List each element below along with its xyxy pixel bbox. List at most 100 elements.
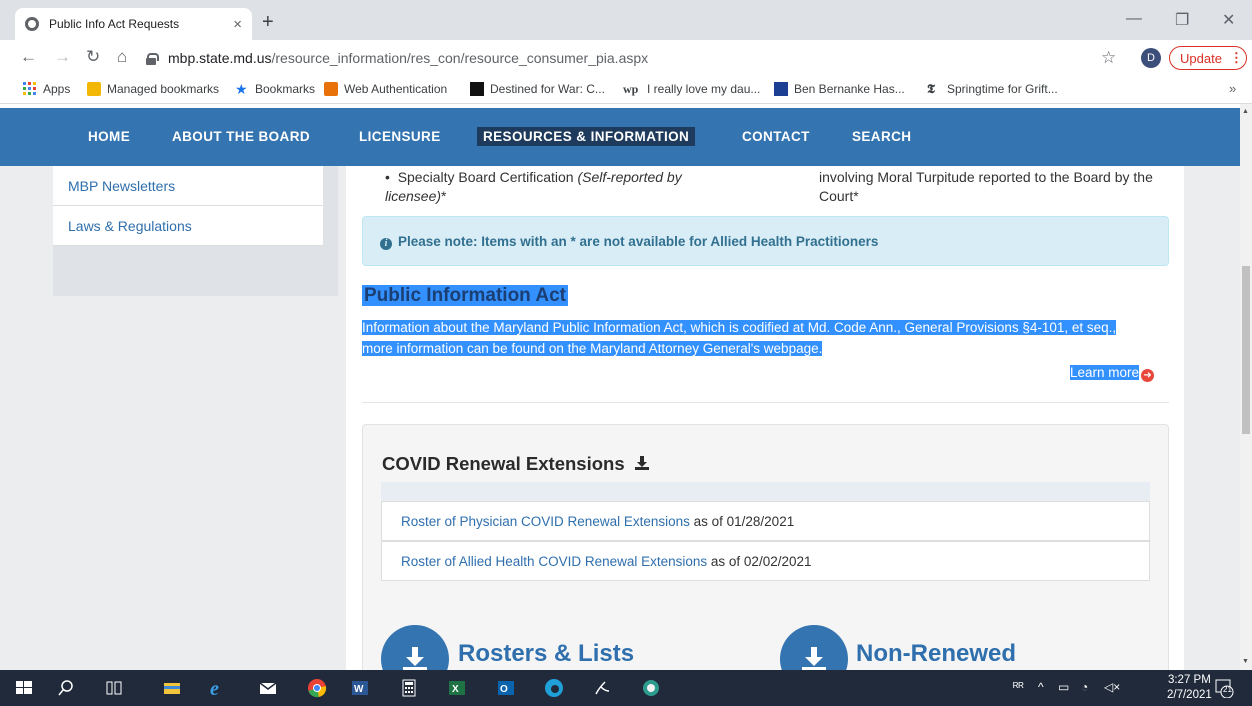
taskbar: e W X O ᴿᴿ ^ ▭ ◔ ◁× 3:27 PM 2/7/2021 21 bbox=[0, 670, 1252, 706]
non-renewed-download-button[interactable] bbox=[780, 625, 848, 670]
bookmark-label: Apps bbox=[43, 82, 71, 96]
excel-icon[interactable]: X bbox=[447, 678, 467, 698]
edge-icon[interactable] bbox=[544, 678, 564, 698]
outlook-icon[interactable]: O bbox=[496, 678, 516, 698]
pia-heading: Public Information Act bbox=[362, 285, 568, 307]
atlantic-icon bbox=[470, 82, 484, 96]
bookmark-nyt[interactable]: 𝕿 Springtime for Grift... bbox=[927, 81, 1058, 97]
acrobat-icon[interactable] bbox=[592, 678, 612, 698]
bookmark-apps[interactable]: Apps bbox=[23, 82, 70, 96]
pia-line-2: more information can be found on the Mar… bbox=[362, 341, 823, 356]
battery-icon[interactable]: ▭ bbox=[1058, 680, 1069, 694]
pia-line-1: Information about the Maryland Public In… bbox=[362, 320, 1117, 335]
wifi-icon[interactable]: ◔ bbox=[1081, 680, 1088, 694]
nyt-icon: 𝕿 bbox=[927, 81, 935, 96]
task-view-icon[interactable] bbox=[104, 678, 124, 698]
search-icon[interactable] bbox=[56, 678, 76, 698]
tab-strip: Public Info Act Requests × + — ❐ ✕ bbox=[0, 0, 1252, 40]
home-icon[interactable]: ⌂ bbox=[117, 47, 127, 67]
forward-icon[interactable]: → bbox=[54, 47, 71, 67]
apps-grid-icon bbox=[23, 82, 36, 95]
usn-icon bbox=[774, 82, 788, 96]
calculator-icon[interactable] bbox=[399, 678, 419, 698]
svg-text:e: e bbox=[210, 678, 219, 698]
file-explorer-icon[interactable] bbox=[162, 678, 182, 698]
learn-more-link[interactable]: Learn more ➜ bbox=[1070, 365, 1155, 382]
menu-dots-icon: ⋮ bbox=[1229, 50, 1243, 65]
bookmarks-overflow-icon[interactable]: » bbox=[1229, 81, 1236, 96]
folder-icon bbox=[87, 82, 101, 96]
bullet-text: Specialty Board Certification bbox=[397, 169, 578, 185]
allied-health-roster-link[interactable]: Roster of Allied Health COVID Renewal Ex… bbox=[401, 554, 707, 569]
restore-icon[interactable]: ❐ bbox=[1175, 10, 1189, 30]
back-icon[interactable]: ← bbox=[20, 47, 37, 67]
close-tab-icon[interactable]: × bbox=[233, 16, 242, 33]
svg-text:X: X bbox=[452, 684, 459, 695]
new-tab-button[interactable]: + bbox=[262, 11, 274, 34]
bullet-specialty-board: • Specialty Board Certification (Self-re… bbox=[385, 168, 725, 206]
scroll-up-icon[interactable]: ▲ bbox=[1242, 108, 1249, 115]
word-icon[interactable]: W bbox=[350, 678, 370, 698]
nav-licensure[interactable]: LICENSURE bbox=[359, 129, 441, 144]
bookmark-usn[interactable]: Ben Bernanke Has... bbox=[774, 82, 905, 96]
note-text: Please note: Items with an * are not ava… bbox=[398, 234, 879, 249]
allied-health-roster-date: as of 02/02/2021 bbox=[707, 554, 812, 569]
bullet-asterisk: * bbox=[441, 188, 447, 204]
rosters-lists-title[interactable]: Rosters & Lists bbox=[458, 640, 634, 668]
clock[interactable]: 3:27 PM 2/7/2021 bbox=[1167, 673, 1212, 703]
nav-search[interactable]: SEARCH bbox=[852, 129, 911, 144]
reload-icon[interactable]: ↻ bbox=[86, 47, 100, 67]
rosters-download-button[interactable] bbox=[381, 625, 449, 670]
window-close-icon[interactable]: ✕ bbox=[1222, 10, 1235, 30]
chrome-icon[interactable] bbox=[307, 678, 327, 698]
physician-roster-date: as of 01/28/2021 bbox=[689, 514, 795, 529]
profile-avatar[interactable]: D bbox=[1141, 48, 1161, 68]
list-item: Roster of Allied Health COVID Renewal Ex… bbox=[381, 541, 1150, 581]
url-host: mbp.state.md.us bbox=[168, 50, 272, 66]
bookmarks-bar: Apps Managed bookmarks ★ Bookmarks Web A… bbox=[0, 76, 1252, 104]
mail-icon[interactable] bbox=[258, 678, 278, 698]
scrollbar[interactable]: ▲ ▼ bbox=[1240, 104, 1252, 670]
chevron-up-icon[interactable]: ^ bbox=[1038, 680, 1044, 694]
info-icon: i bbox=[380, 238, 392, 250]
bookmark-star-icon[interactable]: ☆ bbox=[1101, 48, 1116, 68]
allied-health-note: i Please note: Items with an * are not av… bbox=[362, 216, 1169, 266]
sidebar-item-newsletters[interactable]: MBP Newsletters bbox=[53, 166, 323, 206]
nav-resources-information[interactable]: RESOURCES & INFORMATION bbox=[477, 127, 696, 146]
web-auth-icon bbox=[324, 82, 338, 96]
update-button[interactable]: Update ⋮ bbox=[1169, 46, 1247, 70]
non-renewed-title[interactable]: Non-Renewed bbox=[856, 640, 1016, 668]
app-globe-icon[interactable] bbox=[641, 678, 661, 698]
covid-heading-text: COVID Renewal Extensions bbox=[382, 453, 625, 474]
sidebar-item-laws-regulations[interactable]: Laws & Regulations bbox=[53, 206, 323, 246]
people-icon[interactable]: ᴿᴿ bbox=[1013, 680, 1024, 694]
address-bar[interactable]: mbp.state.md.us/resource_information/res… bbox=[146, 46, 1166, 70]
update-label: Update bbox=[1180, 50, 1222, 66]
divider bbox=[362, 402, 1169, 403]
nav-home[interactable]: HOME bbox=[88, 129, 130, 144]
globe-icon bbox=[25, 17, 39, 31]
nav-contact[interactable]: CONTACT bbox=[742, 129, 810, 144]
svg-text:O: O bbox=[500, 684, 508, 695]
site-nav: HOME ABOUT THE BOARD LICENSURE RESOURCES… bbox=[0, 108, 1240, 166]
bookmark-managed[interactable]: Managed bookmarks bbox=[87, 82, 219, 96]
bookmark-web-auth[interactable]: Web Authentication bbox=[324, 82, 447, 96]
volume-mute-icon[interactable]: ◁× bbox=[1104, 680, 1120, 694]
internet-explorer-icon[interactable]: e bbox=[208, 678, 228, 698]
pia-heading-text: Public Information Act bbox=[362, 285, 568, 306]
scroll-down-icon[interactable]: ▼ bbox=[1242, 658, 1249, 665]
bookmark-label: Bookmarks bbox=[255, 82, 316, 96]
scrollbar-thumb[interactable] bbox=[1242, 266, 1250, 434]
nav-about-the-board[interactable]: ABOUT THE BOARD bbox=[172, 129, 310, 144]
bookmark-label: Springtime for Grift... bbox=[947, 82, 1058, 96]
browser-tab[interactable]: Public Info Act Requests × bbox=[15, 8, 252, 40]
minimize-icon[interactable]: — bbox=[1126, 10, 1142, 28]
bookmark-label: I really love my dau... bbox=[647, 82, 761, 96]
physician-roster-link[interactable]: Roster of Physician COVID Renewal Extens… bbox=[401, 514, 690, 529]
bullet-moral-turpitude: involving Moral Turpitude reported to th… bbox=[819, 169, 1153, 204]
bookmark-wapo[interactable]: wp I really love my dau... bbox=[623, 82, 760, 96]
download-icon[interactable] bbox=[634, 455, 650, 471]
bookmark-destined[interactable]: Destined for War: C... bbox=[470, 82, 605, 96]
windows-start-icon[interactable] bbox=[14, 678, 34, 698]
bookmark-bookmarks[interactable]: ★ Bookmarks bbox=[235, 82, 315, 96]
